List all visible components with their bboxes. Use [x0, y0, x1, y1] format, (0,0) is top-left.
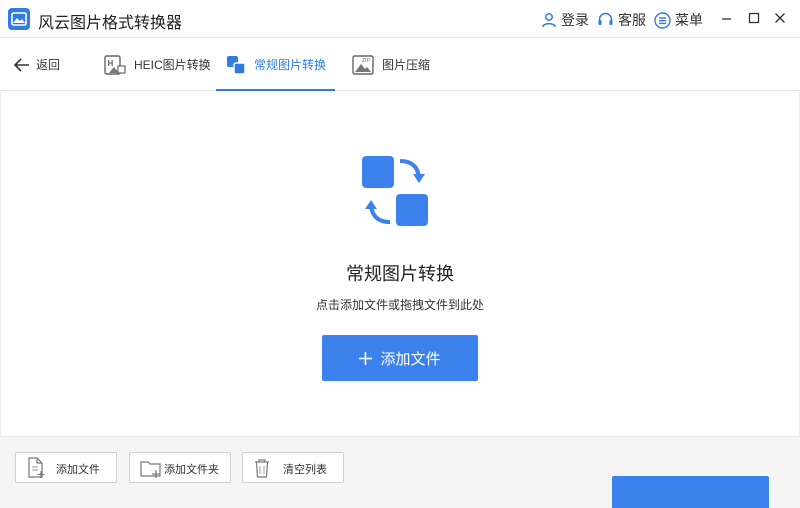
tab-compress[interactable]: ZIP 图片压缩: [352, 38, 430, 91]
plus-icon: [359, 351, 373, 365]
menu-button[interactable]: 菜单: [654, 10, 703, 30]
toolbar-add-folder-label: 添加文件夹: [164, 464, 219, 476]
service-label: 客服: [618, 12, 646, 28]
add-file-label: 添加文件: [380, 350, 441, 368]
minimize-button[interactable]: [718, 9, 736, 27]
toolbar-clear-list-label: 清空列表: [283, 464, 327, 476]
login-button[interactable]: 登录: [541, 10, 589, 30]
tab-heic-convert[interactable]: H HEIC图片转换: [104, 38, 211, 91]
drop-hint: 点击添加文件或拖拽文件到此处: [315, 298, 484, 312]
toolbar-add-file-button[interactable]: 添加文件: [15, 452, 117, 483]
trash-icon: [255, 459, 269, 478]
convert-icon: [227, 55, 246, 75]
headset-icon: [598, 12, 613, 25]
back-button[interactable]: 返回: [14, 56, 60, 73]
active-tab-indicator: [216, 89, 335, 91]
user-icon: [542, 13, 556, 28]
maximize-button[interactable]: [745, 9, 763, 27]
login-label: 登录: [561, 12, 589, 28]
start-convert-button[interactable]: [612, 476, 769, 508]
back-label: 返回: [36, 58, 61, 72]
add-folder-icon: [140, 461, 161, 478]
tab-general-convert[interactable]: 常规图片转换: [226, 38, 326, 91]
app-logo-icon: [8, 8, 30, 30]
menu-icon: [654, 11, 671, 29]
customer-service-button[interactable]: 客服: [597, 10, 646, 30]
svg-text:H: H: [108, 59, 114, 68]
menu-label: 菜单: [675, 12, 703, 28]
add-file-button[interactable]: 添加文件: [322, 335, 478, 381]
close-icon: [775, 13, 785, 23]
add-file-icon: [28, 457, 45, 478]
tab-general-label: 常规图片转换: [254, 58, 327, 72]
image-convert-icon: [358, 152, 432, 237]
heic-icon: H: [104, 54, 126, 75]
title-bar: 风云图片格式转换器 登录 客服 菜单: [0, 0, 800, 38]
toolbar-add-file-label: 添加文件: [56, 464, 100, 476]
close-button[interactable]: [771, 9, 789, 27]
app-title: 风云图片格式转换器: [38, 15, 183, 32]
svg-text:ZIP: ZIP: [362, 58, 370, 64]
tab-heic-label: HEIC图片转换: [134, 58, 211, 72]
arrow-left-icon: [14, 57, 29, 72]
maximize-icon: [748, 12, 760, 24]
nav-bar: 返回 H HEIC图片转换 常规图片转换 ZIP 图片压缩: [0, 38, 800, 91]
toolbar-clear-list-button[interactable]: 清空列表: [242, 452, 344, 483]
toolbar-add-folder-button[interactable]: 添加文件夹: [129, 452, 231, 483]
page-title: 常规图片转换: [346, 264, 454, 284]
zip-image-icon: ZIP: [352, 54, 374, 75]
minimize-icon: [722, 18, 731, 20]
tab-compress-label: 图片压缩: [382, 58, 431, 72]
